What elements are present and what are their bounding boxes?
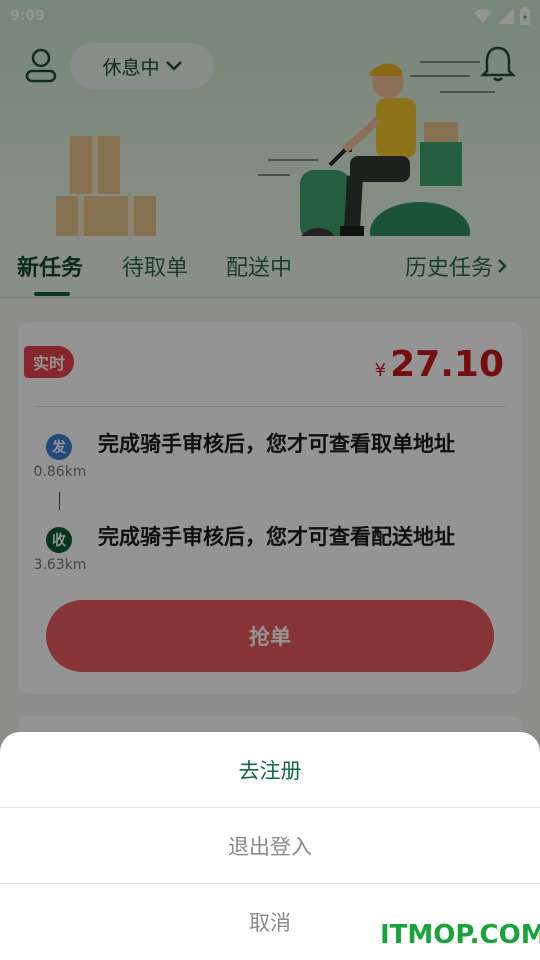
watermark: ITMOP.COM (380, 920, 540, 950)
register-button[interactable]: 去注册 (0, 732, 540, 808)
logout-button[interactable]: 退出登入 (0, 808, 540, 884)
